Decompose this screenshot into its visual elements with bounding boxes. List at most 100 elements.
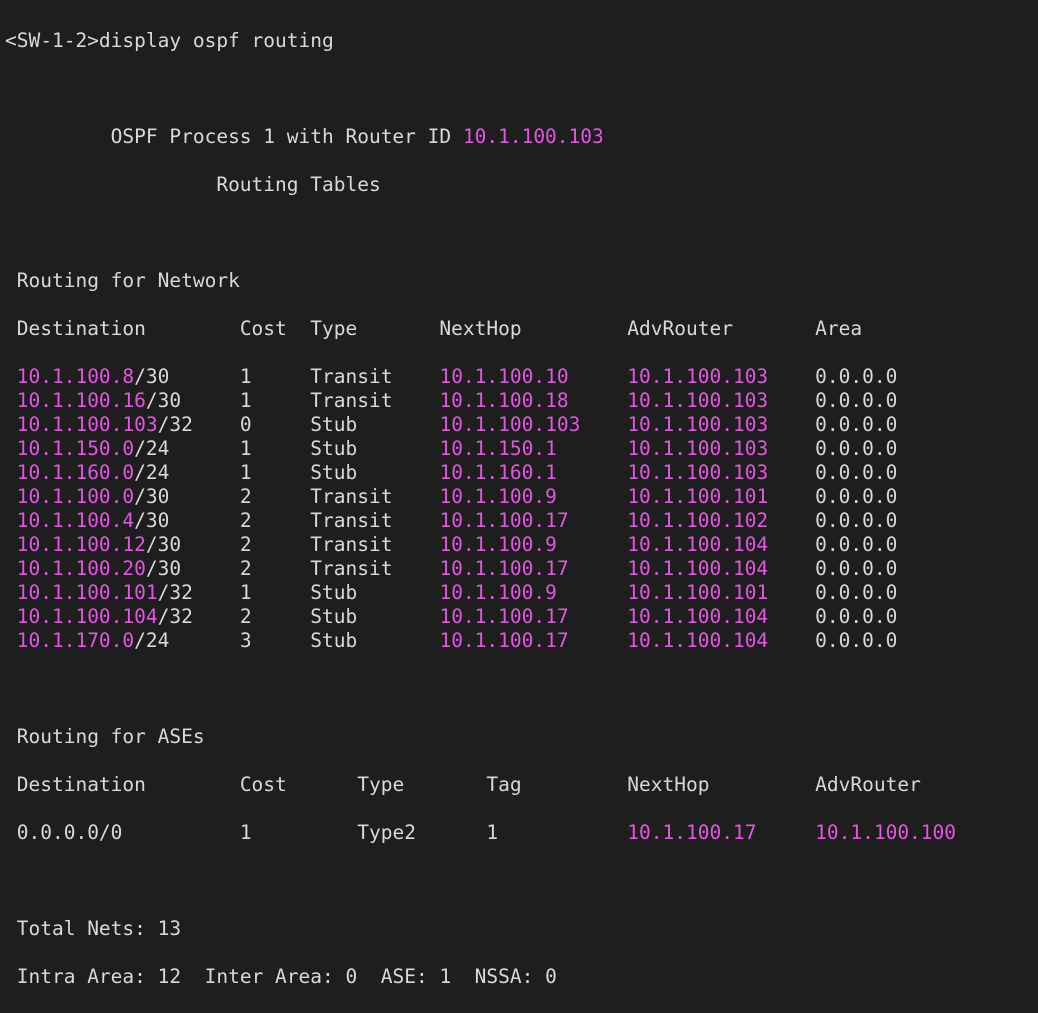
type-cell: Transit (310, 365, 393, 388)
advrouter-cell: 10.1.100.103 (627, 437, 769, 460)
cost-cell: 2 (239, 509, 252, 532)
type-cell: Transit (310, 389, 393, 412)
table-row: 10.1.100.16/30 1 Transit 10.1.100.18 10.… (5, 389, 1038, 413)
advrouter-cell: 10.1.100.104 (627, 605, 769, 628)
destination-mask: /32 (157, 605, 193, 628)
advrouter-cell: 10.1.100.100 (815, 821, 957, 844)
command-line: <SW-1-2>display ospf routing (5, 29, 1038, 53)
area-cell: 0.0.0.0 (815, 581, 898, 604)
type-cell: Stub (310, 461, 358, 484)
table-row: 0.0.0.0/0 1 Type2 1 10.1.100.17 10.1.100… (5, 821, 1038, 845)
destination-mask: /30 (134, 485, 170, 508)
nexthop-cell: 10.1.150.1 (439, 437, 557, 460)
table-row: 10.1.170.0/24 3 Stub 10.1.100.17 10.1.10… (5, 629, 1038, 653)
advrouter-cell: 10.1.100.102 (627, 509, 769, 532)
destination-ip: 10.1.100.12 (16, 533, 146, 556)
total-nets-line: Total Nets: 13 (16, 917, 182, 940)
area-cell: 0.0.0.0 (815, 365, 898, 388)
cost-cell: 3 (239, 629, 252, 652)
ase-table-header: Destination Cost Type Tag NextHop AdvRou… (5, 773, 1038, 797)
table-row: 10.1.150.0/24 1 Stub 10.1.150.1 10.1.100… (5, 437, 1038, 461)
column-header: NextHop (439, 317, 522, 340)
destination-mask: /30 (134, 509, 170, 532)
cost-cell: 1 (239, 365, 252, 388)
table-row: 10.1.100.101/32 1 Stub 10.1.100.9 10.1.1… (5, 581, 1038, 605)
table-row: 10.1.160.0/24 1 Stub 10.1.160.1 10.1.100… (5, 461, 1038, 485)
advrouter-cell: 10.1.100.103 (627, 389, 769, 412)
type-cell: Transit (310, 557, 393, 580)
subtitle: Routing Tables (216, 173, 381, 196)
advrouter-cell: 10.1.100.103 (627, 461, 769, 484)
destination-ip: 10.1.100.101 (16, 581, 158, 604)
column-header: AdvRouter (815, 773, 921, 796)
table-row: 10.1.100.4/30 2 Transit 10.1.100.17 10.1… (5, 509, 1038, 533)
destination-mask: /32 (157, 413, 193, 436)
column-header: Tag (486, 773, 522, 796)
destination-mask: /24 (134, 629, 170, 652)
cost-cell: 2 (239, 605, 252, 628)
process-text: OSPF Process 1 with Router ID (110, 125, 463, 148)
type-cell: Stub (310, 437, 358, 460)
advrouter-cell: 10.1.100.104 (627, 533, 769, 556)
area-cell: 0.0.0.0 (815, 533, 898, 556)
table-row: 10.1.100.0/30 2 Transit 10.1.100.9 10.1.… (5, 485, 1038, 509)
cost-cell: 1 (239, 461, 252, 484)
type-cell: Stub (310, 629, 358, 652)
destination-mask: /24 (134, 461, 170, 484)
nexthop-cell: 10.1.100.9 (439, 533, 557, 556)
area-cell: 0.0.0.0 (815, 485, 898, 508)
destination-ip: 10.1.170.0 (16, 629, 135, 652)
area-cell: 0.0.0.0 (815, 413, 898, 436)
cost-cell: 0 (239, 413, 252, 436)
column-header: AdvRouter (627, 317, 733, 340)
type-cell: Transit (310, 485, 393, 508)
nexthop-cell: 10.1.100.18 (439, 389, 569, 412)
table-row: 10.1.100.104/32 2 Stub 10.1.100.17 10.1.… (5, 605, 1038, 629)
router-id: 10.1.100.103 (462, 125, 604, 148)
area-cell: 0.0.0.0 (815, 389, 898, 412)
type-cell: Transit (310, 533, 393, 556)
destination-ip: 10.1.100.103 (16, 413, 158, 436)
table-row: 10.1.100.103/32 0 Stub 10.1.100.103 10.1… (5, 413, 1038, 437)
column-header: Cost (239, 773, 287, 796)
column-header: NextHop (627, 773, 710, 796)
tag-cell: 1 (486, 821, 499, 844)
command-text: display ospf routing (98, 29, 334, 52)
destination-ip: 10.1.100.16 (16, 389, 146, 412)
advrouter-cell: 10.1.100.103 (627, 365, 769, 388)
destination-mask: /30 (145, 389, 182, 412)
nexthop-cell: 10.1.100.9 (439, 485, 557, 508)
area-cell: 0.0.0.0 (815, 629, 898, 652)
type-cell: Stub (310, 413, 358, 436)
nexthop-cell: 10.1.100.17 (439, 509, 569, 532)
nexthop-cell: 10.1.100.103 (439, 413, 581, 436)
nexthop-cell: 10.1.100.17 (439, 557, 569, 580)
area-cell: 0.0.0.0 (815, 509, 898, 532)
destination-ip: 10.1.100.4 (16, 509, 135, 532)
destination-mask: /30 (134, 365, 170, 388)
cost-cell: 2 (239, 485, 252, 508)
advrouter-cell: 10.1.100.103 (627, 413, 769, 436)
column-header: Destination (16, 773, 146, 796)
destination-ip: 10.1.150.0 (16, 437, 135, 460)
table-row: 10.1.100.20/30 2 Transit 10.1.100.17 10.… (5, 557, 1038, 581)
type-cell: Stub (310, 605, 358, 628)
nexthop-cell: 10.1.100.17 (439, 629, 569, 652)
type-cell: Stub (310, 581, 358, 604)
cost-cell: 2 (239, 533, 252, 556)
cost-cell: 1 (239, 581, 252, 604)
network-section-title: Routing for Network (16, 269, 240, 292)
destination-mask: /30 (145, 557, 182, 580)
process-header: OSPF Process 1 with Router ID 10.1.100.1… (5, 125, 1038, 149)
table-row: 10.1.100.8/30 1 Transit 10.1.100.10 10.1… (5, 365, 1038, 389)
column-header: Destination (16, 317, 146, 340)
terminal-window[interactable]: <SW-1-2>display ospf routing OSPF Proces… (0, 0, 1038, 988)
destination-ip: 10.1.100.104 (16, 605, 158, 628)
area-cell: 0.0.0.0 (815, 557, 898, 580)
area-cell: 0.0.0.0 (815, 461, 898, 484)
destination-ip: 10.1.100.20 (16, 557, 146, 580)
